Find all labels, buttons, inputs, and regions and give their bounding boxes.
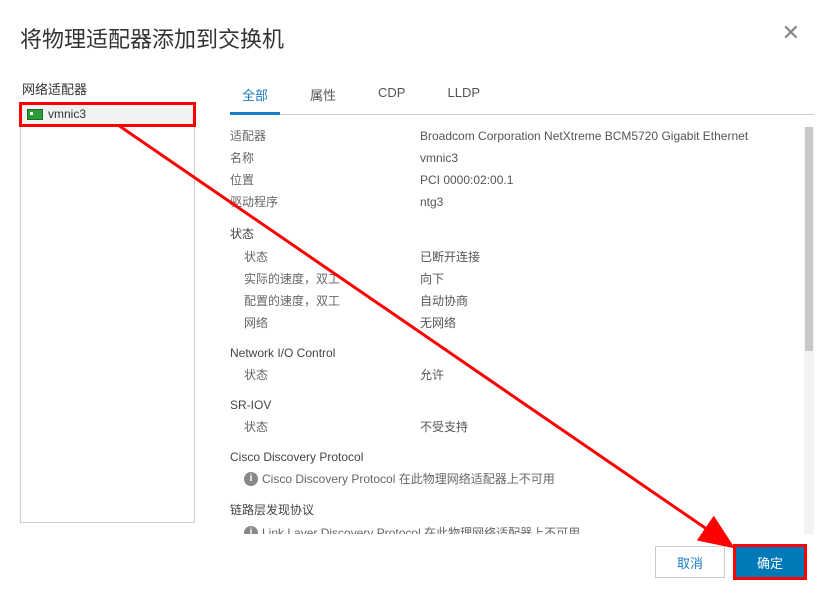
dialog-header: 将物理适配器添加到交换机 ✕ [0,0,830,64]
left-panel: 网络适配器 vmnic3 [0,64,200,534]
dialog-body: 网络适配器 vmnic3 全部 属性 CDP LLDP [0,64,830,534]
prop-value: 向下 [420,270,796,288]
lldp-info-row: i Link Layer Discovery Protocol 在此物理网络适配… [230,524,796,534]
nic-icon [27,109,43,120]
prop-value: 不受支持 [420,418,796,436]
prop-config-speed: 配置的速度，双工 自动协商 [244,292,796,310]
prop-sriov-status: 状态 不受支持 [244,418,796,436]
prop-value: 无网络 [420,314,796,332]
prop-label: 实际的速度，双工 [244,270,420,288]
section-status: 状态 [230,225,796,242]
prop-label: 配置的速度，双工 [244,292,420,310]
prop-value: vmnic3 [420,149,796,167]
prop-value: 已断开连接 [420,248,796,266]
prop-value: 自动协商 [420,292,796,310]
prop-value: PCI 0000:02:00.1 [420,171,796,189]
adapter-list-heading: 网络适配器 [20,79,200,98]
prop-label: 适配器 [230,127,420,145]
close-icon: ✕ [782,20,800,45]
prop-label: 位置 [230,171,420,189]
prop-label: 网络 [244,314,420,332]
prop-label: 状态 [244,248,420,266]
tab-content[interactable]: 适配器 Broadcom Corporation NetXtreme BCM57… [230,127,814,534]
ok-button[interactable]: 确定 [735,546,805,578]
lldp-info-text: Link Layer Discovery Protocol 在此物理网络适配器上… [262,524,580,534]
tab-lldp[interactable]: LLDP [435,79,492,114]
section-sriov: SR-IOV [230,398,796,412]
dialog-footer: 取消 确定 [0,534,830,596]
prop-label: 状态 [244,366,420,384]
prop-nioc-status: 状态 允许 [244,366,796,384]
dialog-root: 将物理适配器添加到交换机 ✕ 网络适配器 vmnic3 全部 属性 CDP LL… [0,0,830,596]
prop-networks: 网络 无网络 [244,314,796,332]
prop-status: 状态 已断开连接 [244,248,796,266]
info-icon: i [244,472,258,486]
prop-adapter: 适配器 Broadcom Corporation NetXtreme BCM57… [230,127,796,145]
prop-actual-speed: 实际的速度，双工 向下 [244,270,796,288]
prop-value: ntg3 [420,193,796,211]
section-nioc: Network I/O Control [230,346,796,360]
section-lldp: 链路层发现协议 [230,501,796,518]
prop-location: 位置 PCI 0000:02:00.1 [230,171,796,189]
close-button[interactable]: ✕ [777,22,805,44]
scrollbar-track[interactable] [804,127,814,534]
right-panel: 全部 属性 CDP LLDP 适配器 Broadcom Corporation … [200,64,830,534]
section-cdp: Cisco Discovery Protocol [230,450,796,464]
tab-attributes[interactable]: 属性 [298,79,348,114]
adapter-item-label: vmnic3 [48,107,86,121]
adapter-item-vmnic3[interactable]: vmnic3 [21,104,194,125]
cdp-info-text: Cisco Discovery Protocol 在此物理网络适配器上不可用 [262,470,555,487]
prop-value: 允许 [420,366,796,384]
prop-label: 名称 [230,149,420,167]
scrollbar-thumb[interactable] [805,127,813,351]
dialog-title: 将物理适配器添加到交换机 [20,22,284,54]
prop-driver: 驱动程序 ntg3 [230,193,796,211]
tab-cdp[interactable]: CDP [366,79,417,114]
prop-label: 状态 [244,418,420,436]
cancel-button[interactable]: 取消 [655,546,725,578]
tab-bar: 全部 属性 CDP LLDP [230,79,814,115]
prop-value: Broadcom Corporation NetXtreme BCM5720 G… [420,127,796,145]
prop-label: 驱动程序 [230,193,420,211]
adapter-list[interactable]: vmnic3 [20,103,195,523]
info-icon: i [244,526,258,535]
prop-name: 名称 vmnic3 [230,149,796,167]
tab-all[interactable]: 全部 [230,79,280,115]
cdp-info-row: i Cisco Discovery Protocol 在此物理网络适配器上不可用 [230,470,796,487]
